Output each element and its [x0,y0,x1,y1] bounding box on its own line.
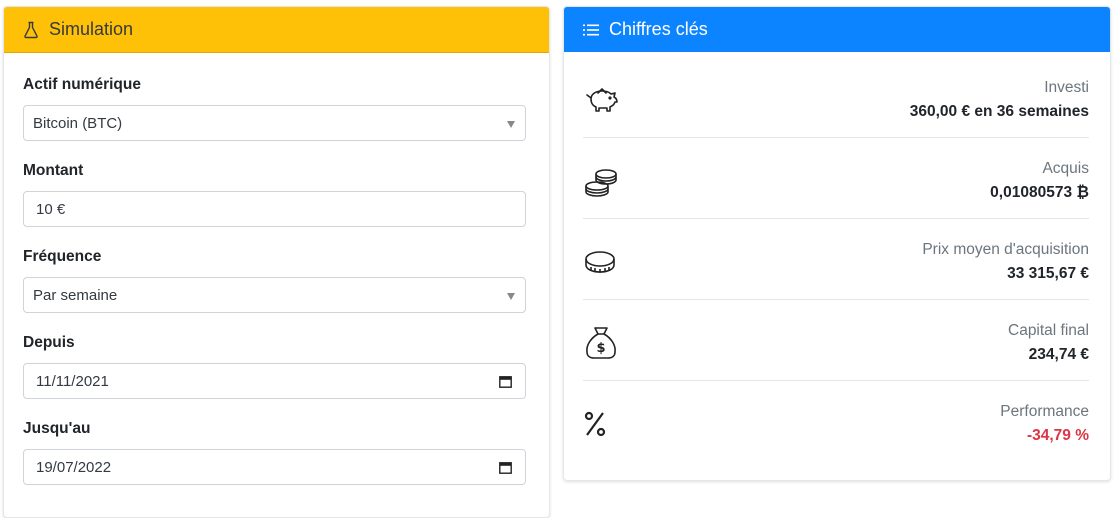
svg-text:$: $ [596,341,605,356]
percent-icon [583,405,621,443]
key-figure-invested: Investi 360,00 € en 36 semaines [583,57,1089,137]
flask-icon [22,21,40,39]
final-capital-label: Capital final [1008,322,1089,339]
final-capital-value: 234,74 € [1028,346,1089,363]
key-figure-average-price: Prix moyen d'acquisition 33 315,67 € [583,219,1089,299]
key-figures-title: Chiffres clés [609,19,708,39]
calendar-icon[interactable] [499,461,512,474]
since-value: 11/11/2021 [36,372,109,390]
until-label: Jusqu'au [23,420,91,437]
average-price-label: Prix moyen d'acquisition [922,241,1089,258]
average-price-value: 33 315,67 € [1007,265,1089,282]
invested-label: Investi [1044,79,1089,96]
frequency-label: Fréquence [23,248,102,265]
coin-stack-icon [583,162,621,200]
performance-label: Performance [1000,403,1089,420]
chevron-down-icon [507,121,515,128]
acquired-value: 0,01080573 ₿ [990,184,1089,201]
asset-select[interactable]: Bitcoin (BTC) [23,105,526,141]
simulation-title: Simulation [49,19,134,39]
since-label: Depuis [23,334,75,351]
money-bag-icon: $ [583,324,621,362]
chevron-down-icon [507,293,515,300]
key-figure-acquired: Acquis 0,01080573 ₿ [583,138,1089,218]
key-figure-final-capital: $ Capital final 234,74 € [583,300,1089,380]
performance-value: -34,79 % [1026,427,1089,444]
frequency-select[interactable]: Par semaine [23,277,526,313]
key-figures-card: Chiffres clés Investi 360,00 € en 36 sem… [563,6,1111,481]
acquired-label: Acquis [1042,160,1089,177]
until-value: 19/07/2022 [36,458,112,476]
invested-value: 360,00 € en 36 semaines [909,103,1089,120]
until-date-input[interactable]: 19/07/2022 [23,449,526,485]
asset-label: Actif numérique [23,76,141,93]
since-date-input[interactable]: 11/11/2021 [23,363,526,399]
amount-input[interactable]: 10 € [23,191,526,227]
amount-label: Montant [23,162,84,179]
simulation-header: Simulation [4,7,549,53]
key-figure-performance: Performance -34,79 % [583,381,1089,461]
key-figures-header: Chiffres clés [564,7,1110,52]
list-icon [582,21,600,39]
amount-value: 10 € [36,200,66,218]
calendar-icon[interactable] [499,375,512,388]
asset-value: Bitcoin (BTC) [33,114,123,132]
coin-icon [583,243,621,281]
piggy-bank-icon [583,81,621,119]
frequency-value: Par semaine [33,286,118,304]
simulation-card: Simulation Actif numérique Bitcoin (BTC)… [3,6,550,518]
